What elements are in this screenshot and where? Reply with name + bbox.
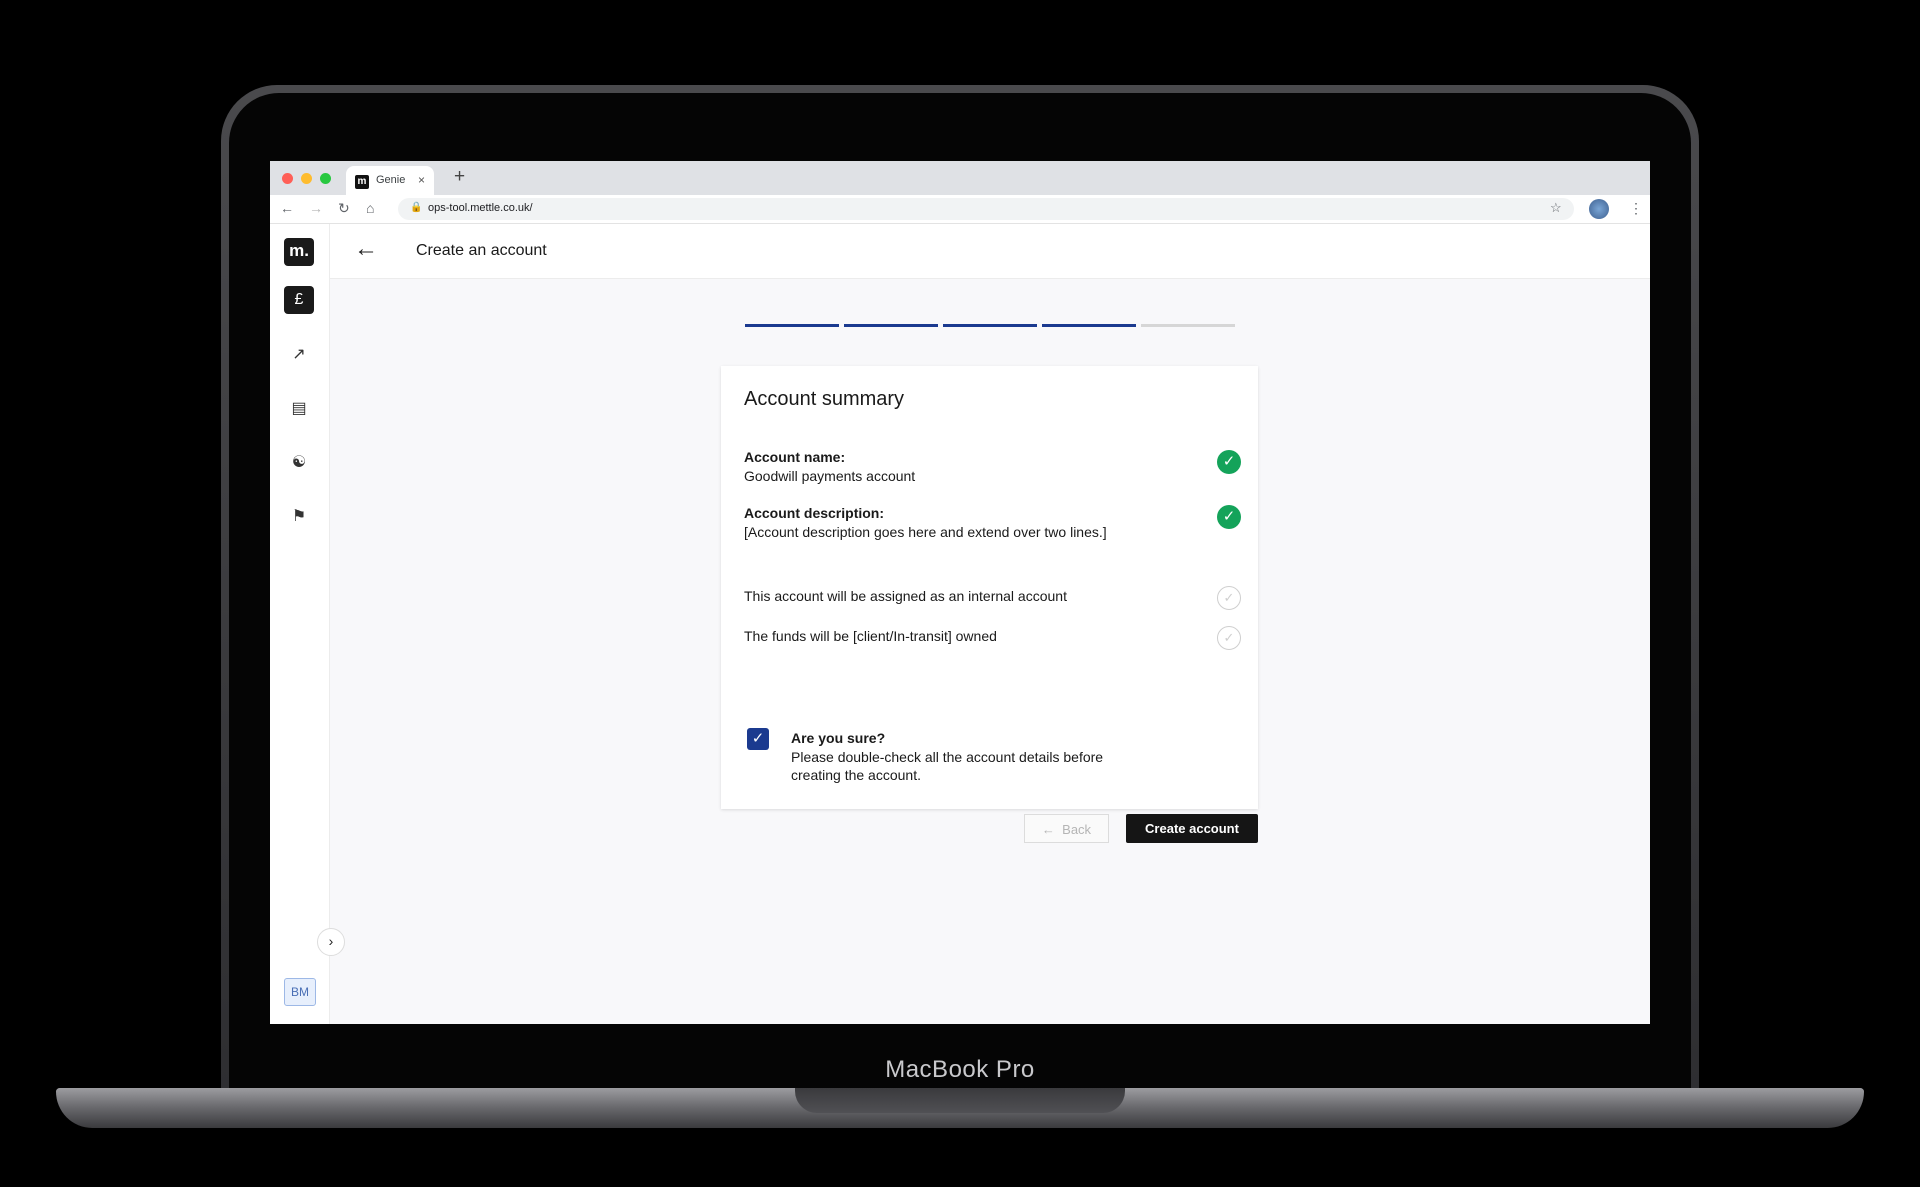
favicon-icon: m [355,175,369,189]
account-description-value: [Account description goes here and exten… [744,524,1107,540]
account-description-label: Account description: [744,505,885,521]
forward-nav-icon[interactable]: → [309,200,323,216]
customers-icon[interactable]: ☯ [284,448,314,476]
profile-avatar-icon[interactable] [1589,199,1609,219]
back-button-label: Back [1062,822,1092,837]
create-account-button[interactable]: Create account [1126,814,1258,843]
expand-sidebar-icon[interactable]: › [317,928,345,956]
tab-close-icon[interactable]: × [418,173,425,187]
browser-menu-icon[interactable]: ⋮ [1629,200,1643,217]
lock-icon: 🔒 [410,202,423,213]
confirm-title: Are you sure? [791,730,886,746]
url-text: ops-tool.mettle.co.uk/ [428,202,533,214]
step-1-complete [745,324,839,327]
device-label: MacBook Pro [885,1056,1035,1083]
browser-toolbar: ← → ↻ ⌂ 🔒 ops-tool.mettle.co.uk/ ☆ ⋮ [270,195,1650,224]
back-nav-icon[interactable]: ← [280,200,294,216]
home-icon[interactable]: ⌂ [366,200,374,216]
user-avatar[interactable]: BM [284,978,316,1006]
check-outline-icon: ✓ [1217,626,1241,650]
minimize-window-button[interactable] [301,173,312,184]
step-4-complete [1042,324,1136,327]
funds-ownership-text: The funds will be [client/In-transit] ow… [744,628,997,644]
sidebar: m. £ ↗ ▤ ☯ ⚑ BM [270,224,330,1024]
tab-title: Genie [376,174,406,186]
arrow-left-icon: ← [1041,822,1063,837]
step-5-pending [1141,324,1235,327]
laptop-notch [795,1088,1125,1113]
maximize-window-button[interactable] [320,173,331,184]
confirm-text-line1: Please double-check all the account deta… [791,749,1104,765]
check-complete-icon: ✓ [1217,450,1241,474]
payments-icon[interactable]: ↗ [284,340,314,368]
account-name-value: Goodwill payments account [744,468,916,484]
statements-icon[interactable]: ▤ [284,394,314,422]
accounts-icon[interactable]: £ [284,286,314,314]
app-logo[interactable]: m. [284,238,314,266]
address-bar[interactable] [398,198,1574,220]
bookmark-star-icon[interactable]: ☆ [1550,200,1562,216]
check-outline-icon: ✓ [1217,586,1241,610]
browser-tab[interactable]: m Genie × [346,166,434,195]
internal-account-text: This account will be assigned as an inte… [744,588,1067,604]
account-name-label: Account name: [744,449,846,465]
step-2-complete [844,324,938,327]
step-3-complete [943,324,1037,327]
flag-icon[interactable]: ⚑ [284,502,314,530]
browser-tabstrip: m Genie × + [270,161,1650,195]
confirm-checkbox[interactable]: ✓ [747,728,769,750]
confirm-text-line2: creating the account. [791,767,921,783]
reload-icon[interactable]: ↻ [338,200,350,217]
card-title: Account summary [744,388,905,410]
screen: m Genie × + ← → ↻ ⌂ 🔒 ops-tool.mettle.co… [270,161,1650,1024]
close-window-button[interactable] [282,173,293,184]
app-root: ← Create an account m. £ ↗ ▤ ☯ ⚑ BM › Ac… [270,224,1650,1024]
page-title: Create an account [416,242,547,259]
back-button[interactable]: ← Back [1024,814,1109,843]
app-header: ← Create an account [270,224,1650,279]
account-summary-card: Account summary Account name: Goodwill p… [721,366,1258,809]
new-tab-button[interactable]: + [454,166,465,188]
check-complete-icon: ✓ [1217,505,1241,529]
header-back-arrow-icon[interactable]: ← [354,235,378,263]
